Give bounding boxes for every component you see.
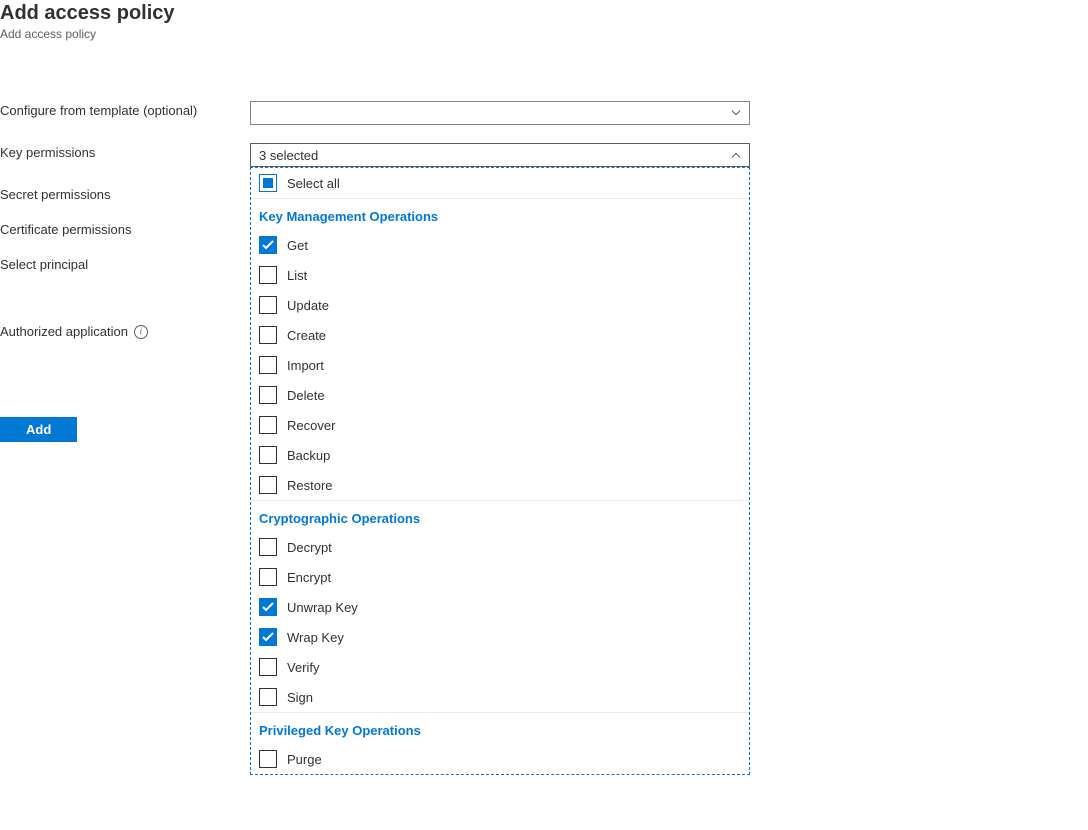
option-label: Decrypt	[287, 540, 332, 555]
template-select[interactable]	[250, 101, 750, 125]
authorized-application-label: Authorized application i	[0, 322, 250, 339]
key-permissions-select[interactable]: 3 selected	[250, 143, 750, 167]
dropdown-option[interactable]: Update	[251, 290, 749, 320]
dropdown-option[interactable]: List	[251, 260, 749, 290]
add-button[interactable]: Add	[0, 417, 77, 442]
option-label: Import	[287, 358, 324, 373]
select-all-option[interactable]: Select all	[251, 168, 749, 199]
dropdown-option[interactable]: Sign	[251, 682, 749, 712]
secret-permissions-label: Secret permissions	[0, 185, 250, 202]
dropdown-option[interactable]: Recover	[251, 410, 749, 440]
breadcrumb: Add access policy	[0, 27, 1088, 41]
option-label: Encrypt	[287, 570, 331, 585]
dropdown-option[interactable]: Create	[251, 320, 749, 350]
dropdown-option[interactable]: Unwrap Key	[251, 592, 749, 622]
chevron-down-icon	[731, 108, 741, 118]
dropdown-option[interactable]: Wrap Key	[251, 622, 749, 652]
page-title: Add access policy	[0, 2, 1088, 25]
option-label: Unwrap Key	[287, 600, 358, 615]
select-all-label: Select all	[287, 176, 340, 191]
key-permissions-label: Key permissions	[0, 143, 250, 160]
option-checkbox[interactable]	[259, 326, 277, 344]
option-checkbox[interactable]	[259, 750, 277, 768]
option-checkbox[interactable]	[259, 236, 277, 254]
dropdown-option[interactable]: Verify	[251, 652, 749, 682]
option-checkbox[interactable]	[259, 386, 277, 404]
dropdown-option[interactable]: Encrypt	[251, 562, 749, 592]
info-icon[interactable]: i	[134, 325, 148, 339]
dropdown-option[interactable]: Purge	[251, 744, 749, 774]
option-label: Update	[287, 298, 329, 313]
dropdown-option[interactable]: Restore	[251, 470, 749, 500]
option-checkbox[interactable]	[259, 296, 277, 314]
dropdown-option[interactable]: Decrypt	[251, 532, 749, 562]
certificate-permissions-label: Certificate permissions	[0, 220, 250, 237]
key-permissions-dropdown: Select all Key Management Operations Get L…	[250, 167, 750, 775]
dropdown-option[interactable]: Import	[251, 350, 749, 380]
option-checkbox[interactable]	[259, 266, 277, 284]
dropdown-group-header: Privileged Key Operations	[251, 712, 749, 744]
option-label: Wrap Key	[287, 630, 344, 645]
option-checkbox[interactable]	[259, 446, 277, 464]
option-label: Delete	[287, 388, 325, 403]
dropdown-group-header: Cryptographic Operations	[251, 500, 749, 532]
option-checkbox[interactable]	[259, 476, 277, 494]
option-checkbox[interactable]	[259, 568, 277, 586]
select-all-checkbox[interactable]	[259, 174, 277, 192]
dropdown-option[interactable]: Get	[251, 230, 749, 260]
option-label: Verify	[287, 660, 320, 675]
option-label: List	[287, 268, 307, 283]
option-label: Recover	[287, 418, 335, 433]
option-checkbox[interactable]	[259, 658, 277, 676]
option-label: Restore	[287, 478, 333, 493]
key-permissions-summary: 3 selected	[259, 148, 318, 163]
template-label: Configure from template (optional)	[0, 101, 250, 118]
option-label: Get	[287, 238, 308, 253]
option-checkbox[interactable]	[259, 598, 277, 616]
option-label: Create	[287, 328, 326, 343]
option-checkbox[interactable]	[259, 538, 277, 556]
option-checkbox[interactable]	[259, 628, 277, 646]
dropdown-option[interactable]: Delete	[251, 380, 749, 410]
option-checkbox[interactable]	[259, 356, 277, 374]
option-label: Sign	[287, 690, 313, 705]
dropdown-group-header: Key Management Operations	[251, 199, 749, 230]
chevron-up-icon	[731, 150, 741, 160]
select-principal-label: Select principal	[0, 255, 250, 272]
dropdown-option[interactable]: Backup	[251, 440, 749, 470]
option-label: Backup	[287, 448, 330, 463]
option-checkbox[interactable]	[259, 416, 277, 434]
option-checkbox[interactable]	[259, 688, 277, 706]
option-label: Purge	[287, 752, 322, 767]
